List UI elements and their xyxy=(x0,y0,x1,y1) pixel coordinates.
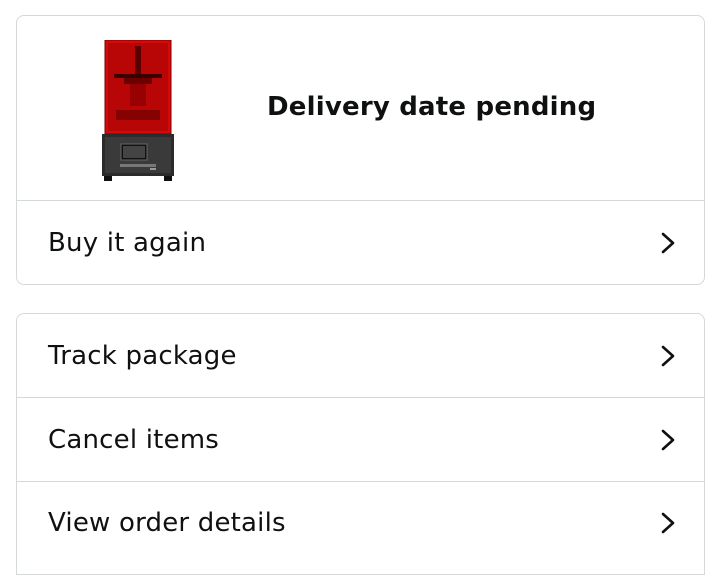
product-summary[interactable]: Delivery date pending xyxy=(17,16,704,201)
buy-it-again-label: Buy it again xyxy=(48,228,207,258)
delivery-status: Delivery date pending xyxy=(267,92,597,122)
track-package-row[interactable]: Track package xyxy=(17,314,704,398)
chevron-right-icon xyxy=(661,512,675,534)
chevron-right-icon xyxy=(661,232,675,254)
track-package-label: Track package xyxy=(48,340,237,371)
order-actions-card: Track package Cancel items View order de… xyxy=(16,313,705,575)
buy-it-again-row[interactable]: Buy it again xyxy=(17,201,704,285)
chevron-right-icon xyxy=(661,345,675,366)
cancel-items-label: Cancel items xyxy=(48,424,220,455)
view-order-details-label: View order details xyxy=(48,508,286,538)
order-item-card: Delivery date pending Buy it again xyxy=(16,15,705,285)
cancel-items-row[interactable]: Cancel items xyxy=(17,398,704,482)
view-order-details-row[interactable]: View order details xyxy=(17,481,704,565)
product-thumbnail[interactable] xyxy=(102,40,174,182)
chevron-right-icon xyxy=(661,429,675,450)
